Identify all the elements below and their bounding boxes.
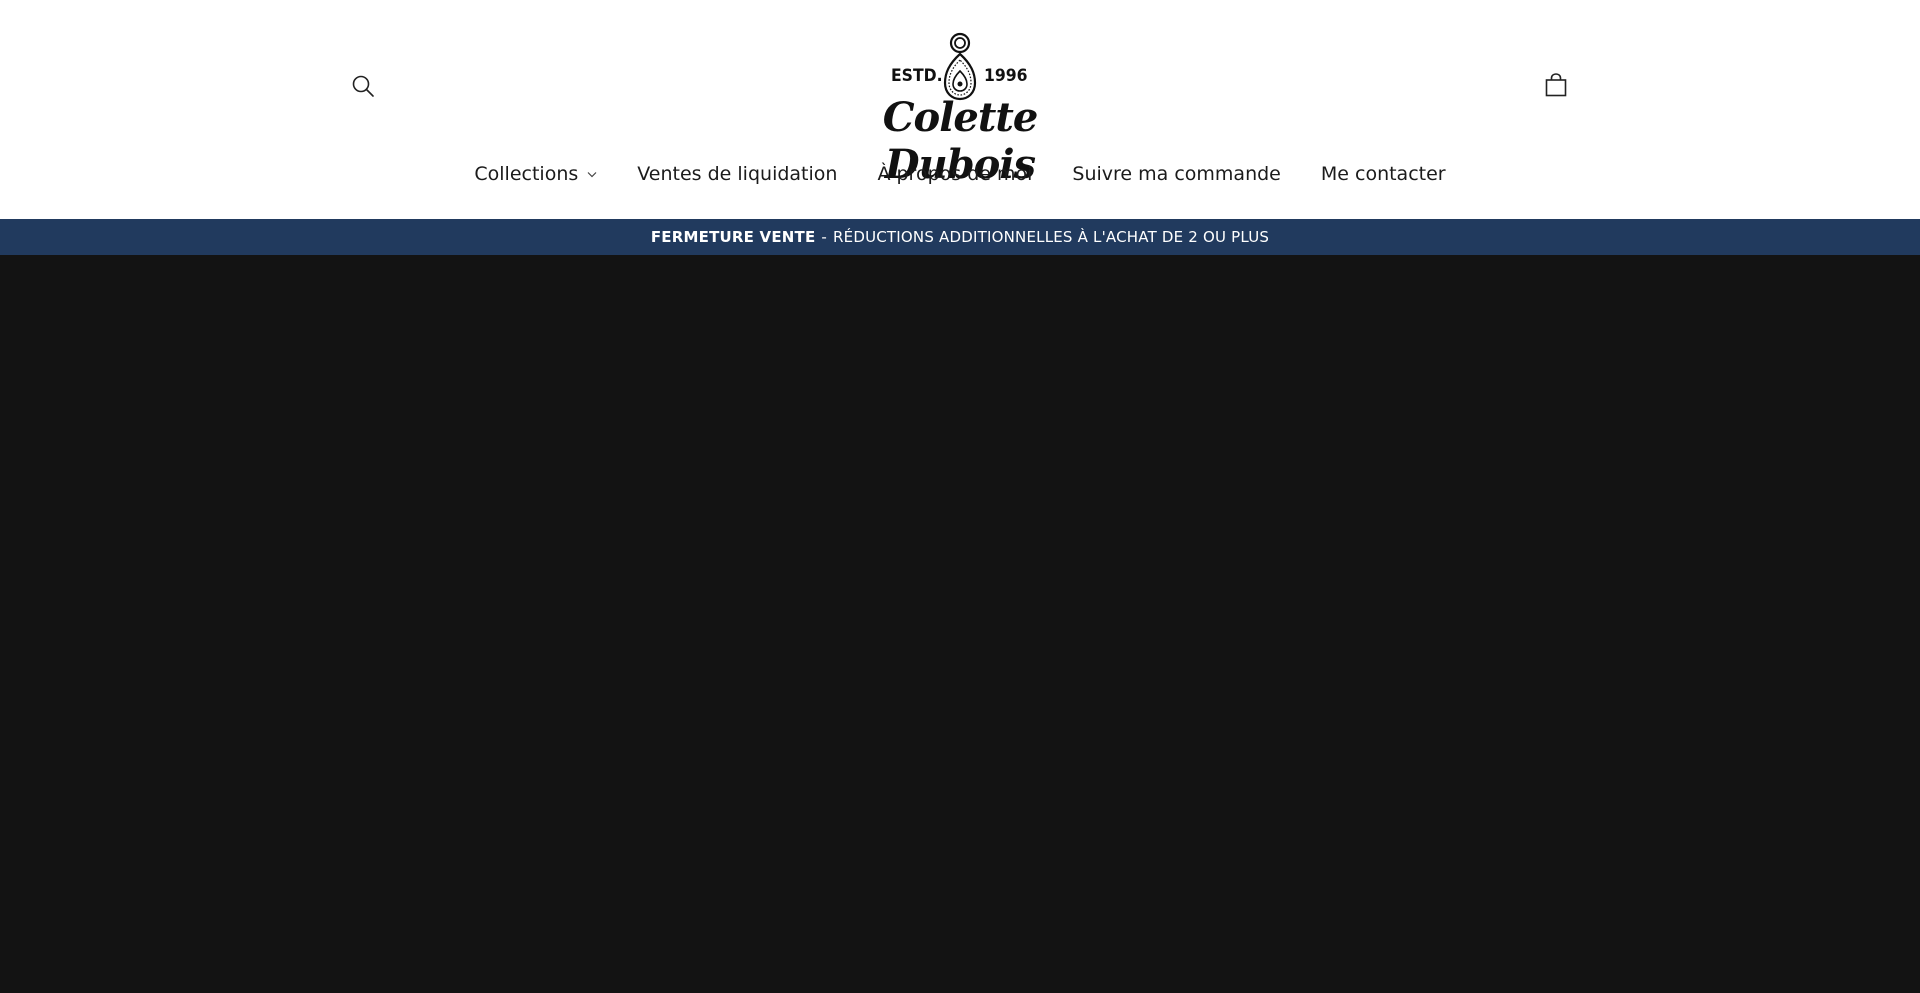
announcement-message: RÉDUCTIONS ADDITIONNELLES À L'ACHAT DE 2… (833, 228, 1270, 246)
announcement-highlight: FERMETURE VENTE (650, 228, 816, 246)
nav-item-clearance-sales[interactable]: Ventes de liquidation (617, 163, 857, 185)
nav-item-label: À propos de moi (877, 163, 1033, 185)
hero-banner (0, 255, 1920, 993)
search-icon (351, 74, 375, 103)
nav-item-contact[interactable]: Me contacter (1301, 163, 1466, 185)
nav-item-label: Me contacter (1320, 163, 1446, 185)
brand-logo[interactable]: ESTD. 1996 Colette Dubois (840, 26, 1080, 188)
logo-year: 1996 (984, 66, 1028, 86)
nav-item-label: Ventes de liquidation (637, 163, 838, 185)
shopping-bag-icon (1545, 72, 1567, 102)
nav-item-track-order[interactable]: Suivre ma commande (1052, 163, 1300, 185)
nav-item-about-me[interactable]: À propos de moi (857, 163, 1052, 185)
search-button[interactable] (345, 70, 381, 106)
nav-item-label: Collections (474, 163, 579, 185)
nav-item-label: Suivre ma commande (1072, 163, 1281, 185)
main-navigation: Collections Ventes de liquidation À prop… (0, 156, 1920, 192)
announcement-bar[interactable]: FERMETURE VENTE - RÉDUCTIONS ADDITIONNEL… (0, 219, 1920, 255)
nav-item-collections[interactable]: Collections (454, 163, 617, 185)
announcement-separator: - (821, 228, 828, 246)
logo-estd-label: ESTD. (891, 66, 943, 86)
site-header: ESTD. 1996 Colette Dubois Collections Ve… (0, 0, 1920, 219)
cart-button[interactable] (1537, 68, 1575, 106)
logo-emblem-icon (940, 31, 980, 101)
chevron-down-icon (587, 171, 597, 178)
